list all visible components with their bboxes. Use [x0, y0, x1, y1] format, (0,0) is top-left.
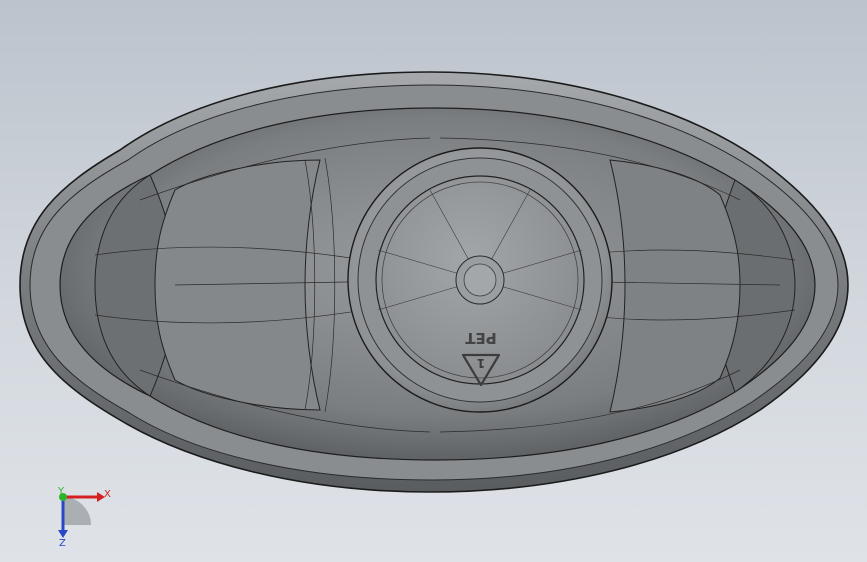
triad-x-label: X: [104, 489, 111, 500]
triad-z-label: Z: [59, 538, 66, 549]
model-view[interactable]: 1 PET X Y Z: [0, 0, 867, 562]
cad-graphics-area[interactable]: 1 PET X Y Z: [0, 0, 867, 562]
injection-gate-inner: [463, 263, 497, 297]
svg-text:1: 1: [477, 356, 485, 370]
triad-y-label: Y: [57, 486, 65, 497]
recycle-label: PET: [465, 329, 497, 347]
orientation-triad[interactable]: X Y Z: [57, 486, 111, 549]
bottle-right-panel: [609, 159, 741, 413]
